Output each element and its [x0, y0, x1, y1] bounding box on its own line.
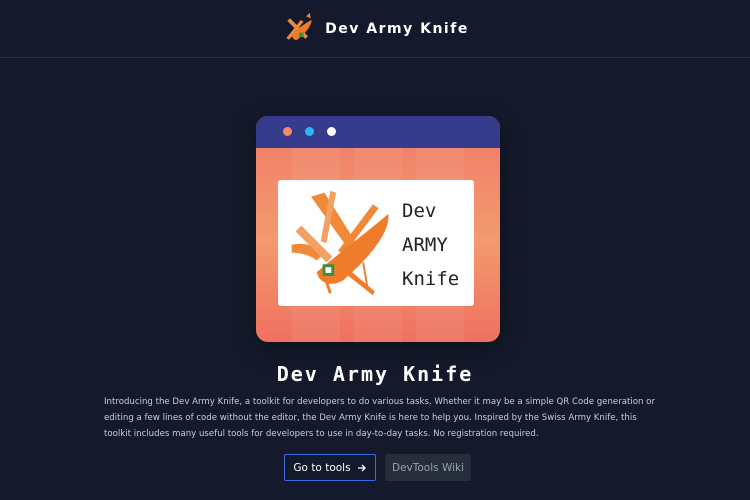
card-line-knife: Knife: [402, 268, 460, 290]
arrow-right-icon: [357, 464, 366, 471]
card-line-army: ARMY: [402, 234, 448, 256]
brand-name: Dev Army Knife: [325, 20, 469, 37]
go-to-tools-button[interactable]: Go to tools: [284, 454, 376, 481]
logo-card: Dev ARMY Knife: [278, 180, 474, 306]
top-header: Dev Army Knife: [0, 0, 750, 58]
devtools-wiki-button[interactable]: DevTools Wiki: [385, 454, 471, 481]
window-dot-white: [327, 127, 336, 136]
devtools-wiki-label: DevTools Wiki: [391, 461, 465, 474]
hero-illustration: Dev ARMY Knife: [256, 116, 500, 342]
brand-link[interactable]: Dev Army Knife: [281, 11, 469, 47]
swiss-army-knife-icon: [291, 190, 389, 296]
window-title-bar: [256, 116, 500, 148]
page-description: Introducing the Dev Army Knife, a toolki…: [104, 397, 655, 439]
page-title: Dev Army Knife: [276, 362, 474, 386]
swiss-army-knife-icon: [286, 12, 312, 40]
logo-card-text: Dev ARMY Knife: [402, 194, 472, 296]
card-line-dev: Dev: [402, 200, 437, 222]
window-dot-red: [283, 127, 292, 136]
window-dot-blue: [305, 127, 314, 136]
go-to-tools-label: Go to tools: [293, 461, 351, 474]
